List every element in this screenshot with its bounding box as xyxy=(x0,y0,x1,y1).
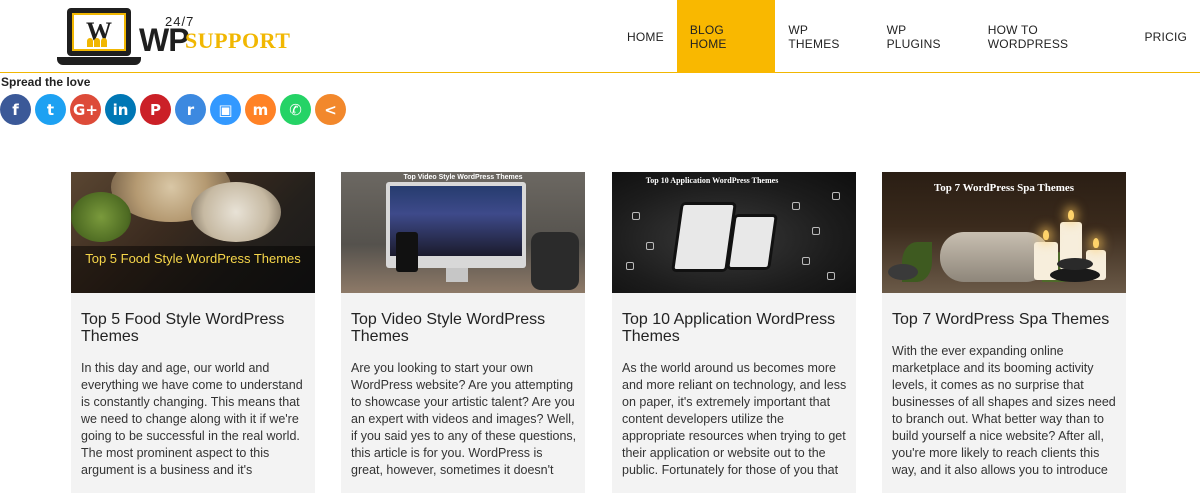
card-image-caption: Top 5 Food Style WordPress Themes xyxy=(85,251,301,266)
card-title[interactable]: Top 5 Food Style WordPress Themes xyxy=(81,311,309,345)
nav-how-to-wordpress[interactable]: HOW TO WORDPRESS xyxy=(975,0,1132,73)
blog-card-spa: Top 7 WordPress Spa Themes Top 7 WordPre… xyxy=(882,172,1126,493)
logo-laptop-base xyxy=(57,57,141,65)
google-plus-icon[interactable]: G+ xyxy=(70,94,101,125)
card-excerpt: As the world around us becomes more and … xyxy=(622,361,847,477)
share-heading: Spread the love xyxy=(1,75,91,89)
whatsapp-icon[interactable]: ✆ xyxy=(280,94,311,125)
card-title[interactable]: Top Video Style WordPress Themes xyxy=(351,311,579,345)
card-image-video[interactable]: Top Video Style WordPress Themes xyxy=(341,172,585,293)
card-title[interactable]: Top 7 WordPress Spa Themes xyxy=(892,311,1120,328)
facebook-icon[interactable]: f xyxy=(0,94,31,125)
logo-monitor-icon: W xyxy=(67,8,131,56)
share-more-icon[interactable]: < xyxy=(315,94,346,125)
nav-pricing[interactable]: PRICIG xyxy=(1131,0,1200,73)
site-logo[interactable]: W 24/7 WP SUPPORT xyxy=(57,6,302,68)
twitter-icon[interactable]: t xyxy=(35,94,66,125)
card-image-spa[interactable]: Top 7 WordPress Spa Themes xyxy=(882,172,1126,293)
nav-wp-themes[interactable]: WP THEMES xyxy=(775,0,873,73)
card-image-caption: Top 10 Application WordPress Themes xyxy=(645,176,779,185)
site-header: W 24/7 WP SUPPORT HOME BLOG HOME WP THEM… xyxy=(0,0,1200,73)
mix-icon[interactable]: m xyxy=(245,94,276,125)
nav-wp-plugins[interactable]: WP PLUGINS xyxy=(874,0,975,73)
card-title[interactable]: Top 10 Application WordPress Themes xyxy=(622,311,850,345)
card-excerpt: Are you looking to start your own WordPr… xyxy=(351,361,577,477)
blog-card-application: Top 10 Application WordPress Themes Top … xyxy=(612,172,856,493)
nav-home[interactable]: HOME xyxy=(614,0,677,73)
logo-people-icon xyxy=(87,34,109,47)
nav-blog-home[interactable]: BLOG HOME xyxy=(676,0,776,73)
card-image-application[interactable]: Top 10 Application WordPress Themes xyxy=(612,172,856,293)
card-excerpt: In this day and age, our world and every… xyxy=(81,361,303,477)
card-image-caption: Top Video Style WordPress Themes xyxy=(403,174,523,181)
card-excerpt: With the ever expanding online marketpla… xyxy=(892,344,1116,477)
share-buttons: f t G+ in P r ▣ m ✆ < xyxy=(0,94,350,125)
reddit-icon[interactable]: r xyxy=(175,94,206,125)
pinterest-icon[interactable]: P xyxy=(140,94,171,125)
linkedin-icon[interactable]: in xyxy=(105,94,136,125)
blog-card-food: Top 5 Food Style WordPress Themes Top 5 … xyxy=(71,172,315,493)
logo-support-text: SUPPORT xyxy=(185,28,291,53)
logo-wp-text: WP xyxy=(139,22,190,58)
card-image-food[interactable]: Top 5 Food Style WordPress Themes xyxy=(71,172,315,293)
card-image-caption: Top 7 WordPress Spa Themes xyxy=(933,182,1075,194)
blog-card-video: Top Video Style WordPress Themes Top Vid… xyxy=(341,172,585,493)
delicious-icon[interactable]: ▣ xyxy=(210,94,241,125)
main-nav: HOME BLOG HOME WP THEMES WP PLUGINS HOW … xyxy=(614,0,1200,73)
